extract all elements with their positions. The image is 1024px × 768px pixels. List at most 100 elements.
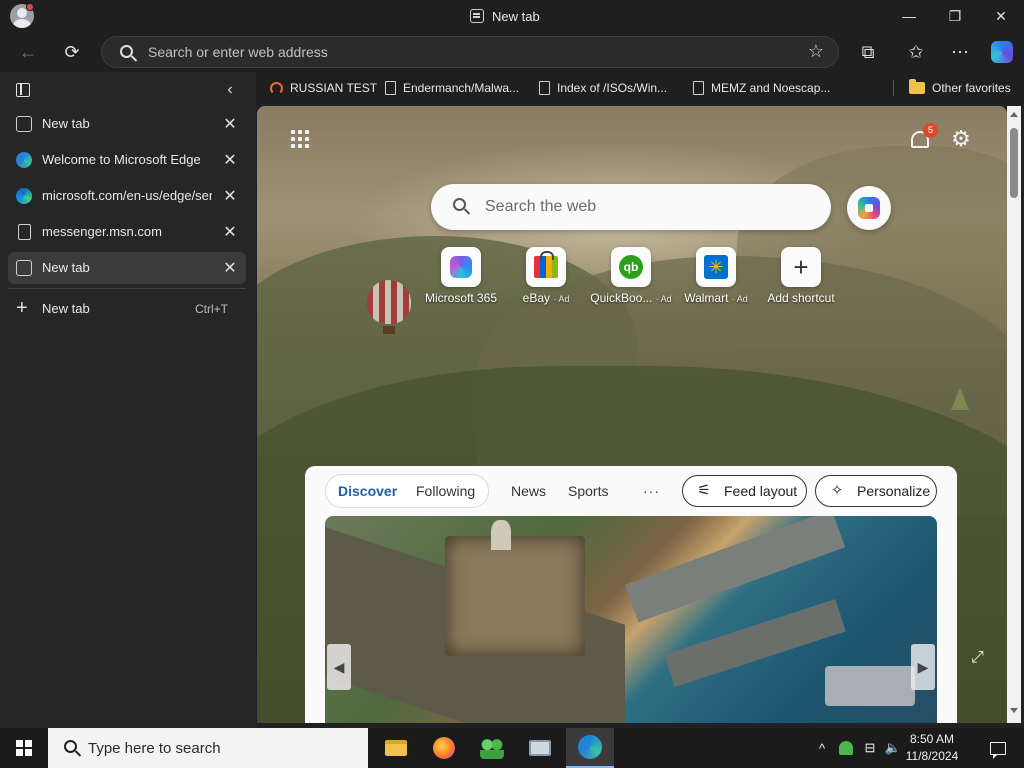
tab-actions-icon[interactable] [16, 83, 30, 97]
minimize-button[interactable]: — [886, 0, 932, 32]
settings-more-icon[interactable]: ⋯ [944, 36, 976, 68]
page-settings-icon[interactable]: ⚙ [950, 128, 972, 150]
taskbar-this-pc[interactable] [516, 728, 564, 768]
copilot-icon [858, 197, 880, 219]
refresh-button[interactable]: ⟳ [56, 36, 88, 68]
tab-discover[interactable]: Discover [338, 474, 397, 508]
tab-microsoft-edge-server[interactable]: microsoft.com/en-us/edge/server ✕ [8, 180, 246, 212]
shortcut-walmart[interactable]: ✳ Walmart · Ad [674, 247, 758, 311]
tab-new-tab-active[interactable]: New tab ✕ [8, 252, 246, 284]
scroll-down-arrow-icon[interactable] [1010, 708, 1018, 713]
start-button[interactable] [0, 728, 48, 768]
tab-label: Welcome to Microsoft Edge [42, 152, 201, 167]
feed-layout-button[interactable]: ⚟ Feed layout [682, 475, 807, 507]
edge-icon [578, 735, 602, 759]
taskbar-people[interactable] [468, 728, 516, 768]
taskbar-file-explorer[interactable] [372, 728, 420, 768]
copilot-button[interactable] [847, 186, 891, 230]
close-tab-icon[interactable]: ✕ [220, 114, 240, 134]
tab-news[interactable]: News [511, 474, 546, 508]
action-center-button[interactable] [978, 728, 1018, 768]
tab-label: messenger.msn.com [42, 224, 162, 239]
more-tabs-button[interactable]: ··· [643, 474, 660, 508]
close-window-button[interactable]: ✕ [978, 0, 1024, 32]
shortcut-microsoft-365[interactable]: Microsoft 365 [419, 247, 503, 311]
app-launcher-icon[interactable] [291, 130, 309, 148]
tab-messenger[interactable]: messenger.msn.com ✕ [8, 216, 246, 248]
people-tray-icon[interactable] [836, 728, 856, 768]
windows-taskbar: ^ ⊟ 🔈 8:50 AM 11/8/2024 [0, 728, 1024, 768]
scroll-up-arrow-icon[interactable] [1010, 112, 1018, 117]
feed-hero-image[interactable]: ◀ ▶ [325, 516, 937, 723]
show-hidden-icons-chevron-icon[interactable]: ^ [812, 728, 832, 768]
shortcut-label: QuickBoo... [590, 291, 653, 305]
shortcut-quickbooks[interactable]: qb QuickBoo... · Ad [589, 247, 673, 311]
taskbar-clock[interactable]: 8:50 AM 11/8/2024 [904, 731, 960, 765]
quickbooks-icon: qb [619, 255, 643, 279]
address-input[interactable] [148, 37, 788, 67]
expand-icon[interactable]: ⤢ [971, 650, 987, 666]
favorite-item[interactable]: Index of /ISOs/Win... [539, 72, 667, 104]
favorites-icon[interactable]: ✩ [900, 36, 932, 68]
tab-welcome-edge[interactable]: Welcome to Microsoft Edge ✕ [8, 144, 246, 176]
new-tab-button[interactable]: + New tab Ctrl+T [8, 295, 246, 323]
personalize-button[interactable]: ✧ Personalize [815, 475, 937, 507]
ad-label: · Ad [553, 294, 570, 304]
close-tab-icon[interactable]: ✕ [220, 258, 240, 278]
clock-time: 8:50 AM [909, 732, 955, 746]
taskbar-firefox[interactable] [420, 728, 468, 768]
notification-badge: 5 [923, 123, 938, 138]
search-icon [64, 740, 77, 753]
other-favorites[interactable]: Other favorites [909, 72, 1011, 104]
favorite-label: Endermanch/Malwa... [403, 81, 520, 95]
scrollbar-thumb[interactable] [1010, 128, 1018, 198]
web-search-input[interactable] [485, 184, 805, 230]
volume-icon[interactable]: 🔈 [882, 728, 904, 768]
tab-label: microsoft.com/en-us/edge/server [42, 188, 212, 203]
close-tab-icon[interactable]: ✕ [220, 222, 240, 242]
new-tab-icon [470, 9, 484, 23]
copilot-icon[interactable] [986, 36, 1018, 68]
back-button[interactable]: ← [12, 36, 44, 68]
favorite-item[interactable]: Endermanch/Malwa... [385, 72, 519, 104]
new-tab-page: 5 ⚙ Microsoft 365 eBay · Ad qb QuickBoo.… [257, 106, 1007, 723]
microsoft-365-icon [450, 256, 472, 278]
doc-icon [385, 81, 396, 95]
taskbar-edge[interactable] [566, 728, 614, 768]
notification-bubble-icon [990, 741, 1006, 759]
carousel-prev-button[interactable]: ◀ [327, 644, 351, 690]
feed-layout-label: Feed layout [724, 483, 798, 499]
taskbar-search[interactable] [48, 728, 368, 768]
favorite-item[interactable]: MEMZ and Noescap... [693, 72, 830, 104]
carousel-next-button[interactable]: ▶ [911, 644, 935, 690]
collapse-pane-icon[interactable]: ‹ [220, 78, 240, 102]
window-title: New tab [470, 0, 540, 32]
notifications-button[interactable]: 5 [907, 123, 938, 154]
folder-icon [909, 79, 925, 94]
plus-icon: + [793, 252, 809, 282]
close-tab-icon[interactable]: ✕ [220, 150, 240, 170]
window-title-text: New tab [492, 8, 540, 24]
tab-new-tab[interactable]: New tab ✕ [8, 108, 246, 140]
close-tab-icon[interactable]: ✕ [220, 186, 240, 206]
taskbar-search-input[interactable] [88, 728, 358, 768]
walmart-icon: ✳ [704, 255, 728, 279]
tab-following[interactable]: Following [416, 474, 475, 508]
hot-air-balloon-image [367, 280, 411, 334]
favorite-label: RUSSIAN TEST [290, 81, 378, 95]
network-icon[interactable]: ⊟ [860, 728, 880, 768]
favorites-divider [893, 80, 894, 96]
add-shortcut-button[interactable]: + Add shortcut [759, 247, 843, 311]
shortcut-ebay[interactable]: eBay · Ad [504, 247, 588, 311]
edge-icon [16, 152, 32, 168]
extensions-icon[interactable]: ⧉ [852, 36, 884, 68]
shortcut-label: Microsoft 365 [424, 291, 498, 305]
add-favorite-icon[interactable]: ☆ [808, 41, 824, 62]
favorite-item[interactable]: RUSSIAN TEST [270, 72, 377, 104]
tab-sports[interactable]: Sports [568, 474, 608, 508]
web-search-box[interactable] [431, 184, 831, 230]
address-bar[interactable]: ☆ [101, 36, 839, 68]
maximize-button[interactable]: ❐ [932, 0, 978, 32]
browser-toolbar: ← ⟳ ☆ ⧉ ✩ ⋯ [0, 32, 1024, 72]
page-scrollbar[interactable] [1007, 106, 1021, 723]
